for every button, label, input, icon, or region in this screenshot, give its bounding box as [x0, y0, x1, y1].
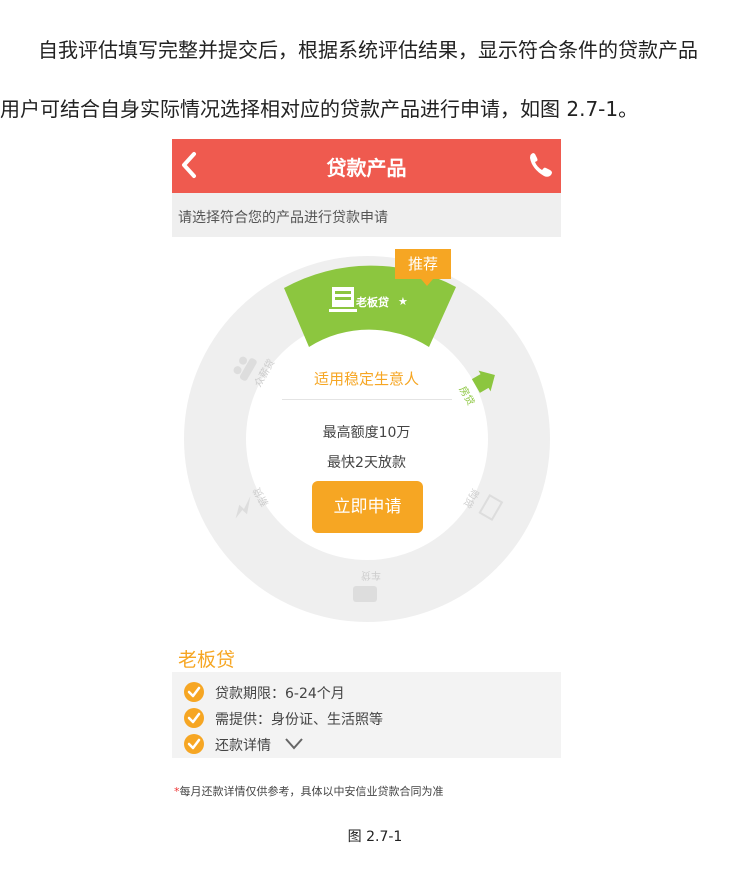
paragraph-line-1: 自我评估填写完整并提交后，根据系统评估结果，显示符合条件的贷款产品 [38, 38, 698, 62]
detail-required: 需提供：身份证、生活照等 [215, 712, 383, 728]
app-screenshot: 贷款产品 请选择符合您的产品进行贷款申请 老板贷 ★ 房贷 购贷 车贷 薪贷 众… [172, 139, 561, 805]
check-circle-icon [184, 708, 204, 728]
instruction-bar: 请选择符合您的产品进行贷款申请 [172, 193, 561, 237]
check-circle-icon [184, 682, 204, 702]
divider [282, 399, 452, 400]
detail-repay: 还款详情 [215, 738, 271, 754]
app-title: 贷款产品 [326, 156, 407, 180]
figure-caption: 图 2.7-1 [347, 829, 403, 845]
car-icon [353, 586, 377, 602]
product-title: 老板贷 [178, 649, 236, 671]
fit-text: 适用稳定生意人 [313, 370, 419, 388]
max-limit: 最高额度10万 [322, 425, 411, 441]
apply-button[interactable]: 立即申请 [312, 481, 423, 533]
check-circle-icon [184, 734, 204, 754]
product-details: 贷款期限：6-24个月 需提供：身份证、生活照等 还款详情 [172, 672, 561, 758]
instruction-text: 请选择符合您的产品进行贷款申请 [178, 210, 388, 226]
detail-term: 贷款期限：6-24个月 [215, 686, 345, 702]
app-header: 贷款产品 [172, 139, 561, 193]
recommend-tag: 推荐 [395, 249, 451, 286]
wheel-label-car: 车贷 [361, 569, 381, 582]
star-icon: ★ [398, 295, 408, 308]
paragraph-line-2: 用户可结合自身实际情况选择相对应的贷款产品进行申请，如图 2.7-1。 [0, 97, 639, 121]
chevron-down-icon[interactable] [284, 737, 304, 751]
phone-icon[interactable] [527, 150, 555, 180]
loan-speed: 最快2天放款 [327, 455, 406, 471]
disclaimer-note: *每月还款详情仅供参考，具体以中安信业贷款合同为准 [174, 785, 444, 798]
wheel-label-selected: 老板贷 [355, 295, 389, 309]
